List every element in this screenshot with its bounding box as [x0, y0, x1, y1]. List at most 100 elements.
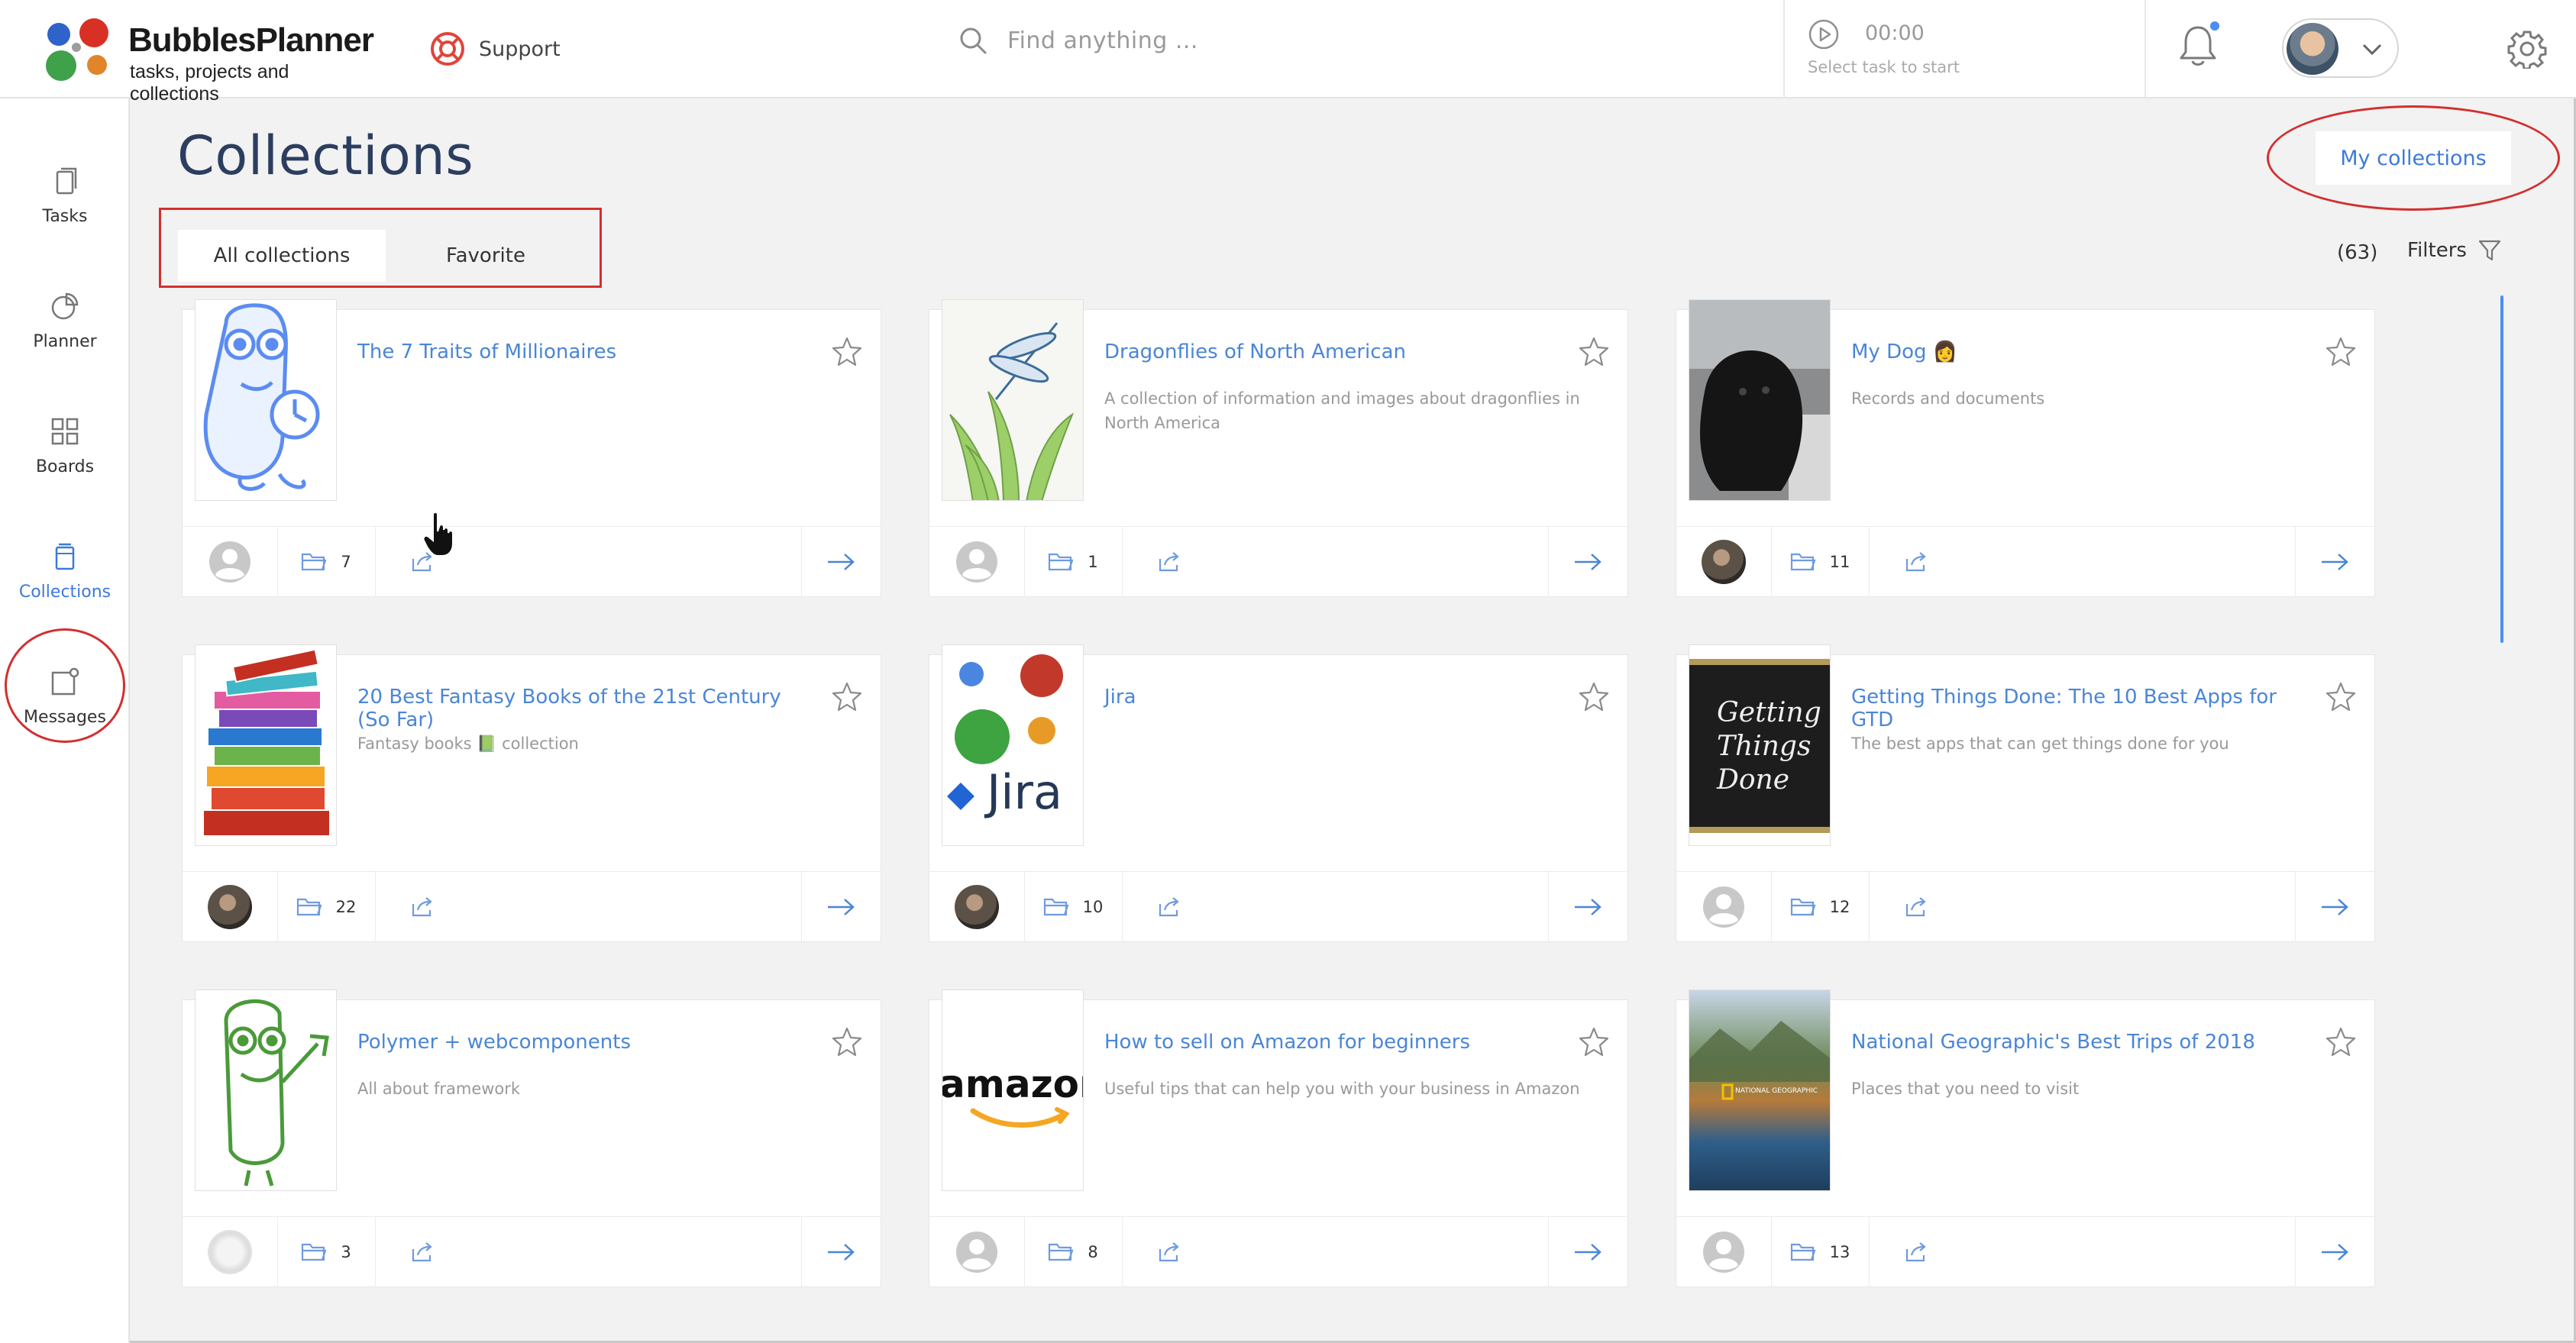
star-icon[interactable] [2326, 1026, 2356, 1057]
collection-title[interactable]: Dragonflies of North American [1104, 341, 1555, 363]
collection-title[interactable]: Jira [1104, 686, 1555, 709]
filters-button[interactable]: Filters [2407, 238, 2502, 263]
default-user-icon[interactable] [1702, 885, 1746, 929]
collection-card[interactable]: My Dog 👩 Records and documents 11 [1676, 299, 2375, 597]
card-footer: 7 [183, 526, 881, 597]
share-button[interactable] [1122, 872, 1217, 942]
folder-count[interactable]: 8 [1024, 1217, 1122, 1287]
collection-thumbnail[interactable] [195, 299, 337, 501]
open-collection-button[interactable] [1548, 1217, 1627, 1287]
collection-title[interactable]: How to sell on Amazon for beginners [1104, 1031, 1555, 1054]
star-icon[interactable] [2326, 336, 2356, 366]
scrollbar-thumb[interactable] [2500, 295, 2503, 643]
collection-title[interactable]: My Dog 👩 [1851, 341, 2302, 363]
folder-count-value: 11 [1829, 553, 1850, 571]
support-link[interactable]: Support [430, 29, 561, 69]
collection-thumbnail[interactable]: Getting Things Done [1689, 644, 1831, 846]
user-menu[interactable] [2282, 18, 2399, 78]
default-user-icon[interactable] [955, 540, 999, 584]
open-collection-button[interactable] [1548, 527, 1627, 597]
collection-thumbnail[interactable]: NATIONAL GEOGRAPHIC [1689, 989, 1831, 1191]
star-icon[interactable] [832, 1026, 862, 1057]
folder-count-value: 12 [1829, 898, 1850, 916]
star-icon[interactable] [832, 336, 862, 366]
collection-card[interactable]: Dragonflies of North American A collecti… [929, 299, 1628, 597]
owner-avatar[interactable] [955, 885, 999, 929]
share-button[interactable] [1122, 527, 1217, 597]
collection-card[interactable]: Polymer + webcomponents All about framew… [182, 989, 881, 1287]
collection-title[interactable]: Polymer + webcomponents [357, 1031, 808, 1054]
open-collection-button[interactable] [2295, 1217, 2374, 1287]
open-collection-button[interactable] [2295, 872, 2374, 942]
collection-card[interactable]: 20 Best Fantasy Books of the 21st Centur… [182, 644, 881, 942]
star-icon[interactable] [2326, 681, 2356, 712]
collection-description: The best apps that can get things done f… [1851, 734, 2229, 753]
collection-card[interactable]: Jira Jira 10 [929, 644, 1628, 942]
collection-thumbnail[interactable]: Jira [942, 644, 1084, 846]
arrow-right-icon [2322, 1244, 2348, 1261]
share-button[interactable] [1869, 527, 1964, 597]
folder-count-value: 8 [1088, 1243, 1098, 1261]
folder-count[interactable]: 7 [277, 527, 375, 597]
owner-avatar[interactable] [208, 885, 252, 929]
task-timer[interactable]: 00:00 Select task to start [1783, 0, 2146, 98]
tab-all-collections[interactable]: All collections [178, 230, 386, 282]
folder-icon [1049, 553, 1074, 571]
collection-title[interactable]: National Geographic's Best Trips of 2018 [1851, 1031, 2302, 1054]
open-collection-button[interactable] [801, 527, 881, 597]
folder-count[interactable]: 12 [1771, 872, 1869, 942]
app-logo[interactable]: BubblesPlanner tasks, projects and colle… [44, 17, 374, 105]
open-collection-button[interactable] [2295, 527, 2374, 597]
owner-avatar[interactable] [1702, 540, 1746, 584]
share-button[interactable] [1122, 1217, 1217, 1287]
default-user-icon[interactable] [955, 1230, 999, 1274]
open-collection-button[interactable] [1548, 872, 1627, 942]
open-collection-button[interactable] [801, 872, 881, 942]
star-icon[interactable] [1579, 1026, 1609, 1057]
open-collection-button[interactable] [801, 1217, 881, 1287]
collection-description: All about framework [357, 1080, 521, 1098]
share-button[interactable] [375, 872, 470, 942]
collection-thumbnail[interactable] [195, 644, 337, 846]
sidebar-item-boards[interactable]: Boards [0, 416, 130, 523]
star-icon[interactable] [832, 681, 862, 712]
card-footer: 11 [1676, 526, 2374, 597]
share-button[interactable] [1869, 1217, 1964, 1287]
share-button[interactable] [1869, 872, 1964, 942]
support-label: Support [479, 37, 561, 61]
collection-thumbnail[interactable] [195, 989, 337, 1191]
collection-thumbnail[interactable]: amazon [942, 989, 1084, 1191]
share-button[interactable] [375, 1217, 470, 1287]
play-icon[interactable] [1808, 18, 1840, 50]
tab-favorite[interactable]: Favorite [390, 230, 581, 282]
sidebar-item-planner[interactable]: Planner [0, 291, 130, 398]
folder-count[interactable]: 13 [1771, 1217, 1869, 1287]
collection-card[interactable]: amazon How to sell on Amazon for beginne… [929, 989, 1628, 1287]
collection-title[interactable]: The 7 Traits of Millionaires [357, 341, 808, 363]
default-user-icon[interactable] [1702, 1230, 1746, 1274]
collection-thumbnail[interactable] [942, 299, 1084, 501]
global-search[interactable]: Find anything ... [958, 26, 1198, 55]
collection-title[interactable]: Getting Things Done: The 10 Best Apps fo… [1851, 686, 2302, 731]
sidebar-item-label: Planner [33, 332, 97, 351]
collection-card[interactable]: Getting Things Done Getting Things Done: T… [1676, 644, 2375, 942]
folder-count[interactable]: 22 [277, 872, 375, 942]
sidebar-item-tasks[interactable]: Tasks [0, 166, 130, 273]
collection-title[interactable]: 20 Best Fantasy Books of the 21st Centur… [357, 686, 808, 731]
folder-count[interactable]: 1 [1024, 527, 1122, 597]
owner-avatar[interactable] [208, 1230, 252, 1274]
search-input[interactable]: Find anything ... [1007, 27, 1198, 54]
collection-card[interactable]: NATIONAL GEOGRAPHIC National Geographic'… [1676, 989, 2375, 1287]
folder-count[interactable]: 11 [1771, 527, 1869, 597]
arrow-right-icon [2322, 554, 2348, 570]
folder-count[interactable]: 3 [277, 1217, 375, 1287]
folder-icon [1043, 898, 1069, 916]
gear-icon[interactable] [2507, 29, 2547, 69]
star-icon[interactable] [1579, 681, 1609, 712]
collection-thumbnail[interactable] [1689, 299, 1831, 501]
collection-card[interactable]: The 7 Traits of Millionaires 7 [182, 299, 881, 597]
default-user-icon[interactable] [208, 540, 252, 584]
star-icon[interactable] [1579, 336, 1609, 366]
folder-icon [302, 553, 327, 571]
folder-count[interactable]: 10 [1024, 872, 1122, 942]
